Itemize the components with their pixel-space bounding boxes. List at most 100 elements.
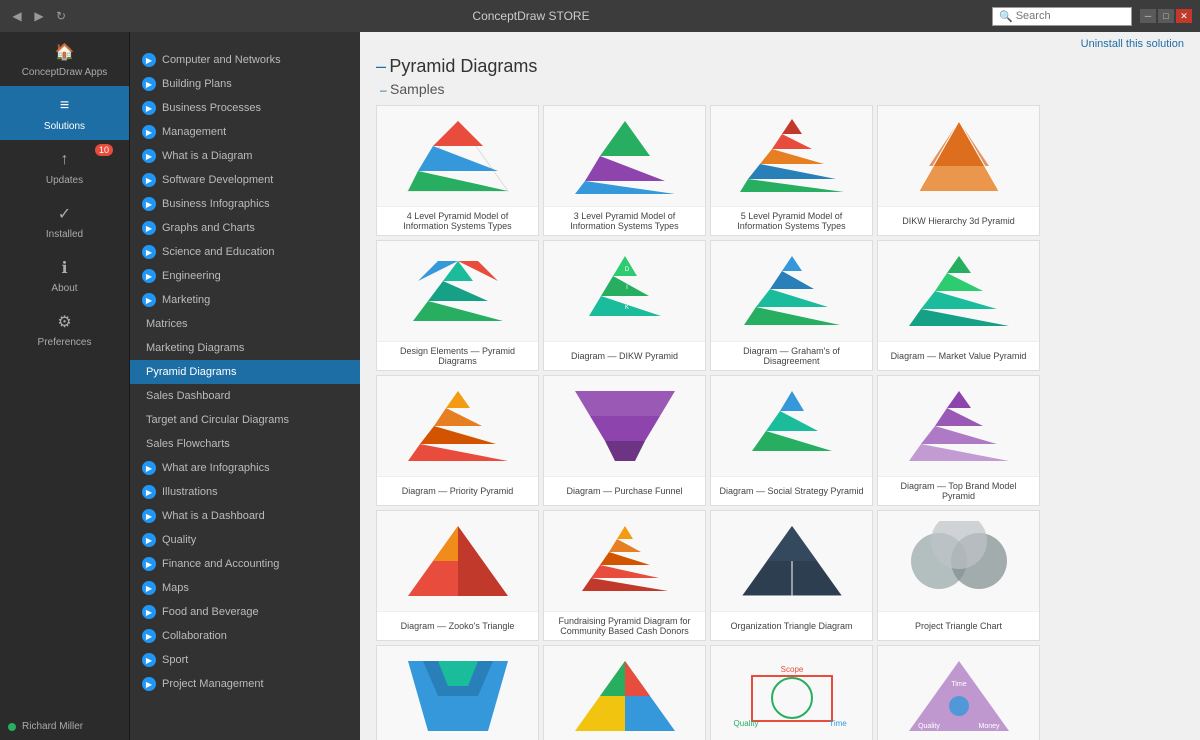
svg-text:Time: Time (829, 719, 847, 728)
nav-item-label: Software Development (162, 174, 273, 186)
nav-item-quality[interactable]: ▶ Quality (130, 528, 360, 552)
nav-item-infographics[interactable]: ▶ What are Infographics (130, 456, 360, 480)
svg-text:K: K (624, 305, 628, 311)
nav-item-label: Management (162, 126, 226, 138)
nav-arrow-icon: ▶ (142, 509, 156, 523)
nav-item-computer-networks[interactable]: ▶ Computer and Networks (130, 48, 360, 72)
nav-item-project-management[interactable]: ▶ Project Management (130, 672, 360, 696)
nav-item-science-education[interactable]: ▶ Science and Education (130, 240, 360, 264)
nav-arrow-icon: ▶ (142, 53, 156, 67)
minimize-button[interactable]: ─ (1140, 9, 1156, 23)
nav-sub-sales-flowcharts[interactable]: Sales Flowcharts (130, 432, 360, 456)
sample-item-10[interactable]: Diagram — Purchase Funnel (543, 375, 706, 506)
sample-item-20[interactable]: Time Quality Money Triangle Diagram — Ti… (877, 645, 1040, 740)
sample-item-15[interactable]: Organization Triangle Diagram (710, 510, 873, 641)
nav-item-marketing[interactable]: ▶ Marketing (130, 288, 360, 312)
sample-label-16: Project Triangle Chart (878, 611, 1039, 639)
sidebar-item-preferences[interactable]: ⚙ Preferences (0, 302, 129, 356)
nav-item-software-dev[interactable]: ▶ Software Development (130, 168, 360, 192)
nav-item-maps[interactable]: ▶ Maps (130, 576, 360, 600)
sample-item-14[interactable]: Fundraising Pyramid Diagram for Communit… (543, 510, 706, 641)
sample-item-16[interactable]: Project Triangle Chart (877, 510, 1040, 641)
nav-arrow-icon: ▶ (142, 245, 156, 259)
nav-item-graphs-charts[interactable]: ▶ Graphs and Charts (130, 216, 360, 240)
nav-arrow-icon: ▶ (142, 557, 156, 571)
sample-item-9[interactable]: Diagram — Priority Pyramid (376, 375, 539, 506)
nav-item-label: Business Infographics (162, 198, 270, 210)
nav-item-collaboration[interactable]: ▶ Collaboration (130, 624, 360, 648)
nav-item-label: Business Processes (162, 102, 261, 114)
sample-item-7[interactable]: Diagram — Graham's of Disagreement (710, 240, 873, 371)
sample-item-8[interactable]: Diagram — Market Value Pyramid (877, 240, 1040, 371)
sample-label-11: Diagram — Social Strategy Pyramid (711, 476, 872, 504)
nav-item-label: Illustrations (162, 486, 218, 498)
nav-item-dashboard[interactable]: ▶ What is a Dashboard (130, 504, 360, 528)
sample-item-11[interactable]: Diagram — Social Strategy Pyramid (710, 375, 873, 506)
nav-sub-target-circular[interactable]: Target and Circular Diagrams (130, 408, 360, 432)
sidebar-item-solutions[interactable]: ≡ Solutions (0, 86, 129, 140)
nav-sub-matrices[interactable]: Matrices (130, 312, 360, 336)
nav-item-label: Collaboration (162, 630, 227, 642)
sample-item-19[interactable]: Scope Quality Time Triangle Diagram — Pr… (710, 645, 873, 740)
app-body: 🏠 ConceptDraw Apps ≡ Solutions ↑ Updates… (0, 32, 1200, 740)
nav-item-label: What is a Diagram (162, 150, 252, 162)
nav-arrow-icon: ▶ (142, 101, 156, 115)
nav-item-business-infographics[interactable]: ▶ Business Infographics (130, 192, 360, 216)
samples-grid: 4 Level Pyramid Model of Information Sys… (360, 101, 1200, 740)
nav-item-building-plans[interactable]: ▶ Building Plans (130, 72, 360, 96)
nav-sub-sales-dashboard[interactable]: Sales Dashboard (130, 384, 360, 408)
sample-item-3[interactable]: 5 Level Pyramid Model of Information Sys… (710, 105, 873, 236)
forward-button[interactable]: ▶ (30, 8, 48, 24)
nav-arrow-icon: ▶ (142, 461, 156, 475)
nav-item-management[interactable]: ▶ Management (130, 120, 360, 144)
sample-image-20: Time Quality Money (878, 646, 1039, 740)
nav-item-sport[interactable]: ▶ Sport (130, 648, 360, 672)
nav-sub-pyramid-diagrams[interactable]: Pyramid Diagrams (130, 360, 360, 384)
sample-label-14: Fundraising Pyramid Diagram for Communit… (544, 611, 705, 640)
titlebar-left: ◀ ▶ ↻ (8, 8, 70, 24)
sidebar-item-apps[interactable]: 🏠 ConceptDraw Apps (0, 32, 129, 86)
sidebar-item-updates[interactable]: ↑ Updates 10 (0, 140, 129, 194)
sample-item-18[interactable]: Triangle Diagram — Knowledge Hierarchy (543, 645, 706, 740)
sample-image-18 (544, 646, 705, 740)
sample-image-9 (377, 376, 538, 476)
sample-item-5[interactable]: Design Elements — Pyramid Diagrams (376, 240, 539, 371)
sample-label-6: Diagram — DIKW Pyramid (544, 341, 705, 369)
sample-image-16 (878, 511, 1039, 611)
nav-item-label: Sport (162, 654, 188, 666)
nav-item-label: Finance and Accounting (162, 558, 279, 570)
sample-item-2[interactable]: 3 Level Pyramid Model of Information Sys… (543, 105, 706, 236)
sample-label-13: Diagram — Zooko's Triangle (377, 611, 538, 639)
sample-item-6[interactable]: D I K Diagram — DIKW Pyramid (543, 240, 706, 371)
sample-item-1[interactable]: 4 Level Pyramid Model of Information Sys… (376, 105, 539, 236)
sample-image-1 (377, 106, 538, 206)
sample-item-17[interactable]: Pyramid — Global Liquidity Inverted (376, 645, 539, 740)
nav-item-what-is-diagram[interactable]: ▶ What is a Diagram (130, 144, 360, 168)
window-controls: ─ □ ✕ (1140, 9, 1192, 23)
svg-text:Quality: Quality (733, 719, 758, 728)
uninstall-link[interactable]: Uninstall this solution (1081, 38, 1184, 50)
sample-item-4[interactable]: DIKW Hierarchy 3d Pyramid (877, 105, 1040, 236)
nav-item-finance-accounting[interactable]: ▶ Finance and Accounting (130, 552, 360, 576)
nav-arrow-icon: ▶ (142, 485, 156, 499)
sample-image-2 (544, 106, 705, 206)
nav-item-food-beverage[interactable]: ▶ Food and Beverage (130, 600, 360, 624)
nav-item-engineering[interactable]: ▶ Engineering (130, 264, 360, 288)
nav-item-label: Maps (162, 582, 189, 594)
sample-item-13[interactable]: Diagram — Zooko's Triangle (376, 510, 539, 641)
svg-text:Time: Time (951, 681, 966, 688)
sidebar-item-about[interactable]: ℹ About (0, 248, 129, 302)
back-button[interactable]: ◀ (8, 8, 26, 24)
search-bar: 🔍 (992, 7, 1132, 26)
maximize-button[interactable]: □ (1158, 9, 1174, 23)
refresh-button[interactable]: ↻ (52, 8, 70, 24)
solutions-icon: ≡ (53, 94, 77, 118)
nav-item-business-processes[interactable]: ▶ Business Processes (130, 96, 360, 120)
sidebar-item-installed[interactable]: ✓ Installed (0, 194, 129, 248)
close-button[interactable]: ✕ (1176, 9, 1192, 23)
search-input[interactable] (1016, 10, 1125, 22)
sample-item-12[interactable]: Diagram — Top Brand Model Pyramid (877, 375, 1040, 506)
nav-item-illustrations[interactable]: ▶ Illustrations (130, 480, 360, 504)
nav-sub-marketing-diagrams[interactable]: Marketing Diagrams (130, 336, 360, 360)
sample-image-11 (711, 376, 872, 476)
